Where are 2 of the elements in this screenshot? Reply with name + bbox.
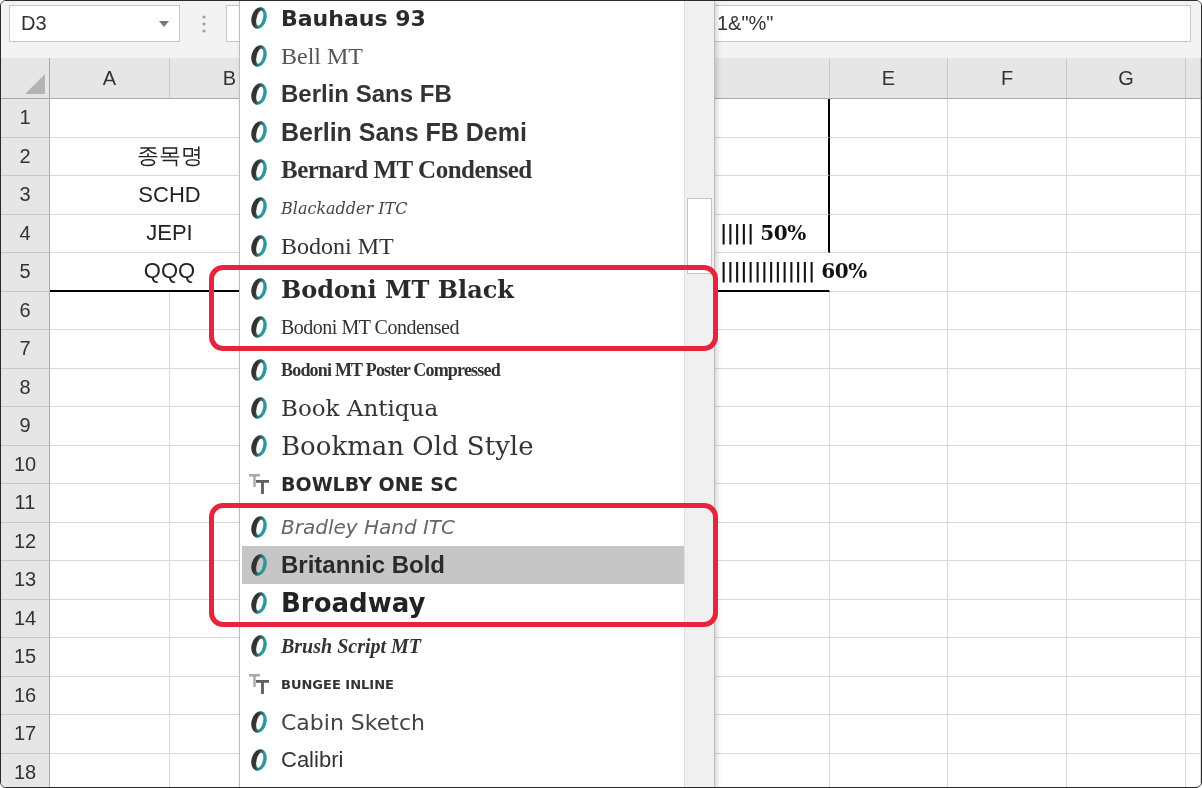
bar-text: ||||| 50%: [720, 221, 806, 246]
bar-text: |||||||||||||| 60%: [720, 259, 867, 284]
